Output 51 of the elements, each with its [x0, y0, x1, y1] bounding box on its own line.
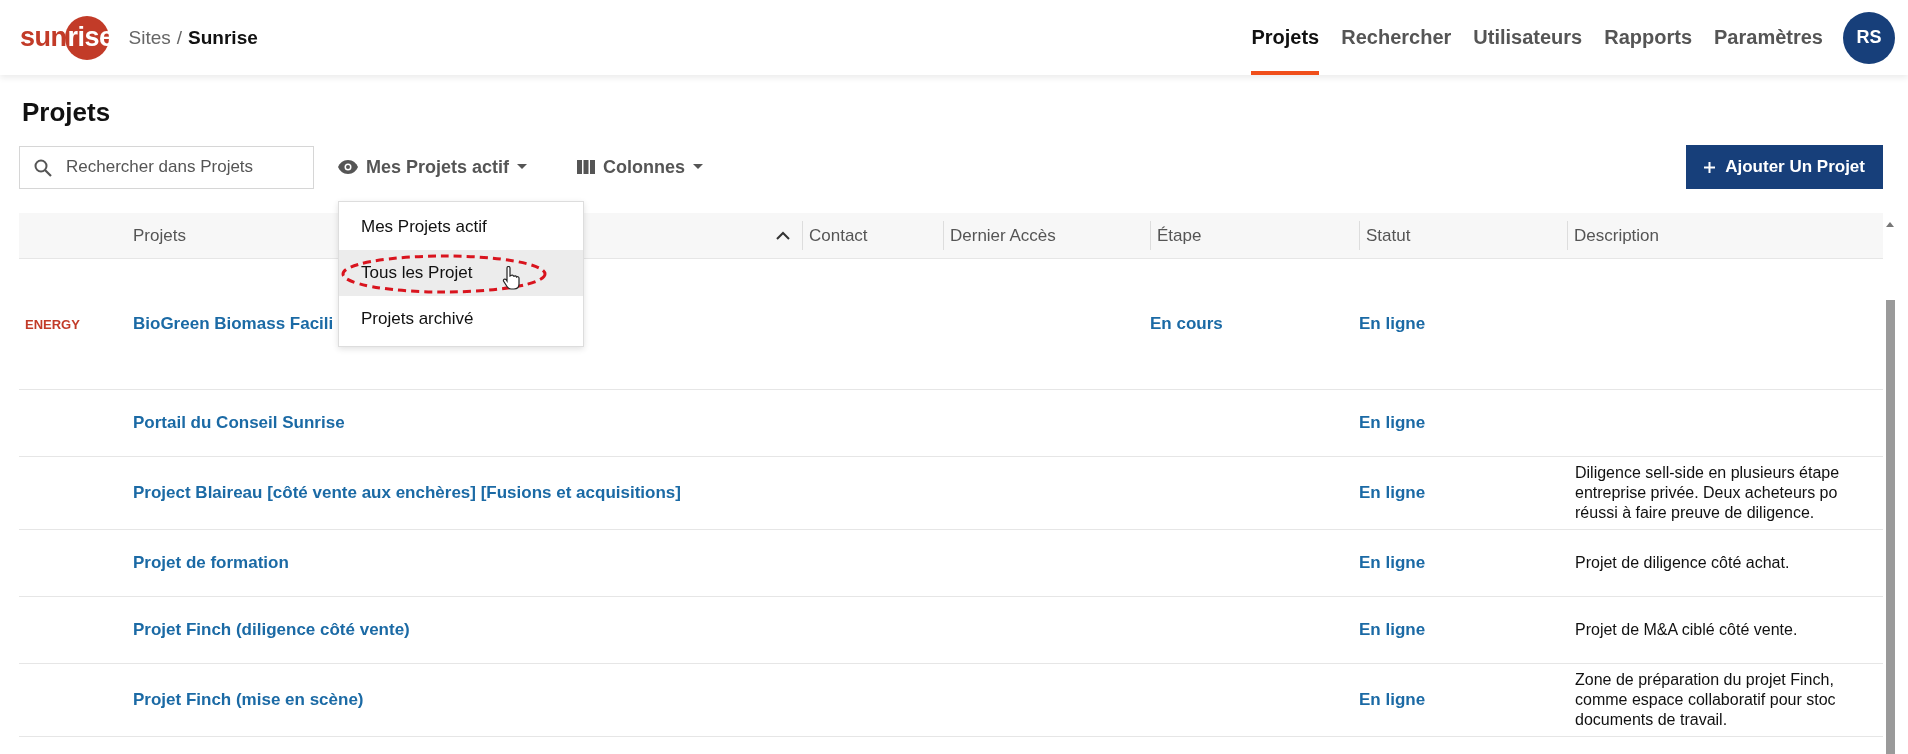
column-header[interactable]: Projets: [133, 225, 186, 246]
nav-tab[interactable]: Rapports: [1604, 0, 1693, 75]
plus-icon: [1704, 161, 1716, 173]
hand-cursor-icon: [502, 265, 520, 290]
caret-icon: [693, 164, 704, 170]
status-link[interactable]: En ligne: [1359, 413, 1426, 433]
description-text: Projet de diligence côté achat.: [1574, 553, 1791, 573]
description-text: Projet de M&A ciblé côté vente.: [1574, 620, 1799, 640]
breadcrumb-link[interactable]: Sites: [128, 26, 171, 49]
project-link[interactable]: Project Blaireau [côté vente aux enchères] [Fusions et acquisitions]: [133, 483, 681, 503]
caret-icon: [517, 164, 528, 170]
project-link[interactable]: Portail du Conseil Sunrise: [133, 413, 345, 433]
breadcrumb-link[interactable]: Sunrise: [188, 26, 258, 49]
menu-item[interactable]: Mes Projets actif: [339, 203, 583, 250]
menu-item[interactable]: Tous les Projet: [339, 249, 583, 296]
column-header[interactable]: Contact: [809, 225, 868, 246]
page-title: Projets: [22, 97, 112, 128]
columns-icon: [577, 160, 596, 174]
project-link[interactable]: Projet Finch (diligence côté vente): [133, 620, 410, 640]
project-link[interactable]: Projet Finch (mise en scène): [133, 690, 364, 710]
search-field[interactable]: Rechercher dans Projets: [19, 145, 314, 189]
nav-tab[interactable]: Projets: [1251, 0, 1320, 75]
column-header[interactable]: Dernier Accès: [950, 225, 1056, 246]
column-header[interactable]: Statut: [1366, 225, 1411, 246]
status-link[interactable]: En ligne: [1359, 620, 1426, 640]
stage-link[interactable]: En cours: [1150, 314, 1223, 334]
project-link[interactable]: BioGreen Biomass Facili: [133, 314, 334, 334]
chevron-up-icon[interactable]: [776, 231, 790, 240]
description-text: Diligence sell-side en plusieurs étape entreprise privée. Deux acheteurs po réussi à faire preuve de diligence.: [1574, 463, 1841, 523]
breadcrumb-separator: /: [176, 26, 183, 49]
scrollbar[interactable]: [1886, 300, 1895, 754]
column-header[interactable]: Étape: [1157, 225, 1202, 246]
company-logo: ENERGY: [24, 316, 80, 332]
search-icon: [34, 158, 52, 177]
status-link[interactable]: En ligne: [1359, 483, 1426, 503]
column-header[interactable]: Description: [1574, 225, 1660, 246]
status-link[interactable]: En ligne: [1359, 314, 1426, 334]
eye-icon: [338, 160, 358, 174]
status-link[interactable]: En ligne: [1359, 690, 1426, 710]
menu-item[interactable]: Projets archivé: [339, 295, 583, 342]
columns-dropdown[interactable]: Colonnes: [577, 152, 704, 182]
view-filter-dropdown[interactable]: Mes Projets actif: [338, 152, 528, 182]
status-link[interactable]: En ligne: [1359, 553, 1426, 573]
project-link[interactable]: Projet de formation: [133, 553, 289, 573]
scroll-up-icon[interactable]: [1886, 222, 1894, 227]
add-project-button[interactable]: Ajouter Un Projet: [1686, 145, 1883, 189]
user-avatar[interactable]: RS: [1843, 11, 1895, 64]
description-text: Zone de préparation du projet Finch, comme espace collaboratif pour stoc documents de travail.: [1574, 670, 1837, 730]
nav-tab[interactable]: Rechercher: [1341, 0, 1452, 75]
nav-tab[interactable]: Utilisateurs: [1473, 0, 1583, 75]
nav-tab[interactable]: Paramètres: [1714, 0, 1823, 75]
